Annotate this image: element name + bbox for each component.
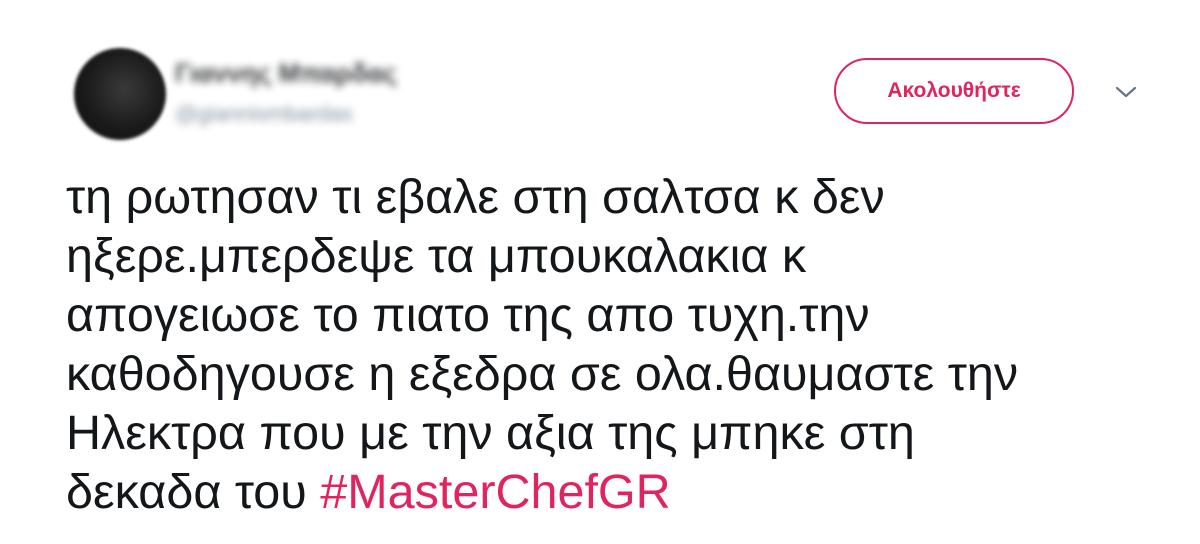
hashtag-link[interactable]: #MasterChefGR	[320, 465, 670, 519]
author-handle[interactable]: @giannismbardas	[175, 101, 397, 127]
tweet-text-line: καθοδηγουσε η εξεδρα σε ολα.θαυμαστε την	[66, 347, 1019, 401]
follow-button[interactable]: Ακολουθήστε	[834, 58, 1074, 124]
user-info[interactable]: Γιαννης Μπαρδας @giannismbardas	[175, 58, 397, 127]
tweet-text-line: Ηλεκτρα που με την αξια της μπηκε στη	[66, 406, 915, 460]
more-options-button[interactable]	[1108, 80, 1144, 108]
tweet-text-line: απογειωσε το πιατο της απο τυχη.την	[66, 288, 870, 342]
tweet-card: Γιαννης Μπαρδας @giannismbardas Ακολουθή…	[0, 0, 1200, 544]
tweet-text-line: ηξερε.μπερδεψε τα μπουκαλακια κ	[66, 229, 807, 283]
tweet-text: τη ρωτησαν τι εβαλε στη σαλτσα κ δεν ηξε…	[66, 168, 1176, 522]
tweet-text-segment: δεκαδα του	[66, 465, 321, 519]
chevron-down-icon	[1115, 85, 1137, 104]
author-display-name[interactable]: Γιαννης Μπαρδας	[175, 58, 397, 89]
avatar[interactable]	[74, 48, 166, 140]
tweet-text-line: τη ρωτησαν τι εβαλε στη σαλτσα κ δεν	[66, 170, 885, 224]
tweet-text-last-line: δεκαδα του #MasterChefGR	[66, 463, 1176, 522]
